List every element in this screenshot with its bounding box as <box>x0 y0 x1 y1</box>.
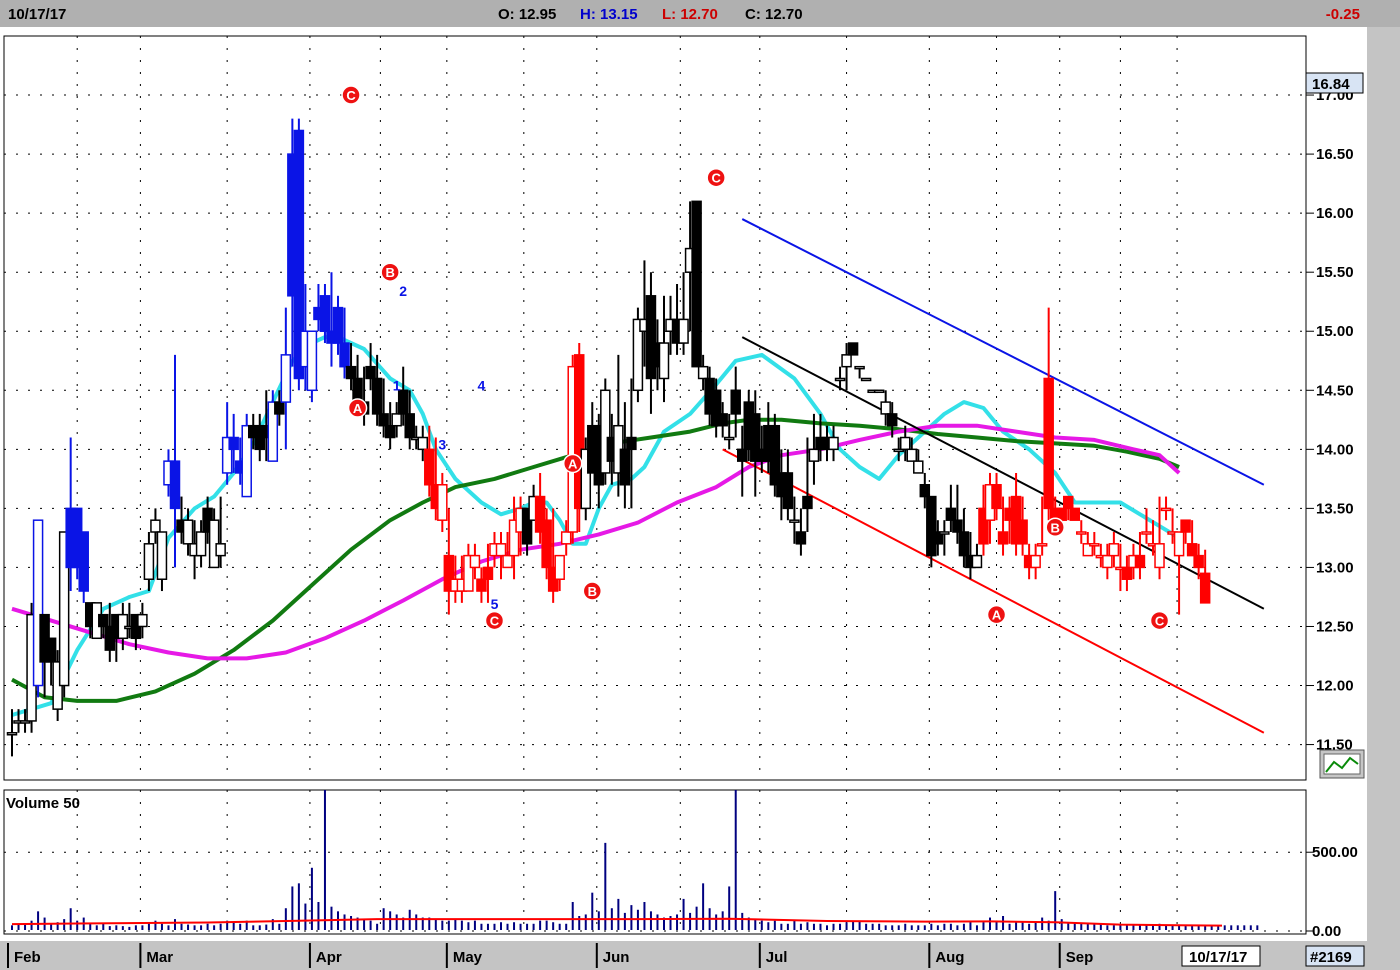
volume-panel-title: Volume 50 <box>6 795 80 812</box>
svg-text:A: A <box>568 457 578 472</box>
price-tick-label: 15.50 <box>1316 264 1354 281</box>
wave-label: C <box>706 167 726 188</box>
wave-count: 2 <box>399 283 407 299</box>
price-tick-label: 15.00 <box>1316 323 1354 340</box>
chart-scale-icon[interactable] <box>1319 749 1365 779</box>
month-label: Jul <box>766 949 788 966</box>
wave-count: 4 <box>478 377 486 393</box>
price-tick-label: 13.00 <box>1316 559 1354 576</box>
open-value: O: 12.95 <box>498 6 556 23</box>
chart-window: 10/17/17 O: 12.95 H: 13.15 L: 12.70 C: 1… <box>0 0 1400 970</box>
wave-label: B <box>1045 517 1065 538</box>
svg-text:A: A <box>992 608 1002 623</box>
wave-label: A <box>347 398 368 418</box>
price-tick-label: 16.00 <box>1316 205 1354 222</box>
candlestick <box>860 377 872 382</box>
last-price-label: 16.84 <box>1312 76 1350 93</box>
candlestick <box>32 519 44 698</box>
price-tick-label: 12.50 <box>1316 618 1354 635</box>
price-tick-label: 14.00 <box>1316 441 1354 458</box>
svg-text:A: A <box>353 401 363 416</box>
svg-text:C: C <box>346 88 356 103</box>
price-tick-label: 13.50 <box>1316 500 1354 517</box>
low-value: L: 12.70 <box>662 6 718 23</box>
change-value: -0.25 <box>1326 6 1360 23</box>
right-gutter <box>1367 27 1400 941</box>
wave-label: B <box>380 262 400 282</box>
wave-count: 3 <box>438 436 446 452</box>
wave-count: 1 <box>393 377 401 393</box>
wave-count: 5 <box>491 596 499 612</box>
price-tick-label: 16.50 <box>1316 146 1354 163</box>
wave-label: A <box>986 604 1007 625</box>
svg-text:B: B <box>1051 520 1060 535</box>
svg-text:C: C <box>490 614 500 629</box>
header-date: 10/17/17 <box>8 6 66 23</box>
volume-tick-label: 500.00 <box>1312 844 1358 861</box>
candlestick <box>873 389 885 394</box>
month-label: Mar <box>146 949 173 966</box>
month-label: Sep <box>1066 949 1094 966</box>
month-label: May <box>453 949 483 966</box>
high-value: H: 13.15 <box>580 6 638 23</box>
month-label: Jun <box>603 949 630 966</box>
svg-text:B: B <box>385 265 394 280</box>
svg-text:C: C <box>711 171 721 186</box>
price-tick-label: 14.50 <box>1316 382 1354 399</box>
volume-tick-label: 0.00 <box>1312 923 1341 940</box>
month-label: Feb <box>14 949 41 966</box>
candlestick <box>691 200 702 368</box>
wave-label: A <box>562 453 583 474</box>
price-tick-label: 12.00 <box>1316 678 1354 695</box>
candlestick <box>600 378 611 485</box>
svg-text:B: B <box>588 584 597 599</box>
month-label: Apr <box>316 949 342 966</box>
wave-label: C <box>484 610 505 631</box>
wave-label: B <box>582 581 603 601</box>
footer-date-label: 10/17/17 <box>1189 949 1247 966</box>
month-label: Aug <box>935 949 964 966</box>
wave-label: C <box>1149 610 1170 631</box>
symbol-id-label: #2169 <box>1310 949 1352 966</box>
candlestick <box>1069 507 1081 521</box>
close-value: C: 12.70 <box>745 6 803 23</box>
candlestick <box>847 342 859 356</box>
svg-text:C: C <box>1155 614 1165 629</box>
wave-label: C <box>341 85 361 105</box>
